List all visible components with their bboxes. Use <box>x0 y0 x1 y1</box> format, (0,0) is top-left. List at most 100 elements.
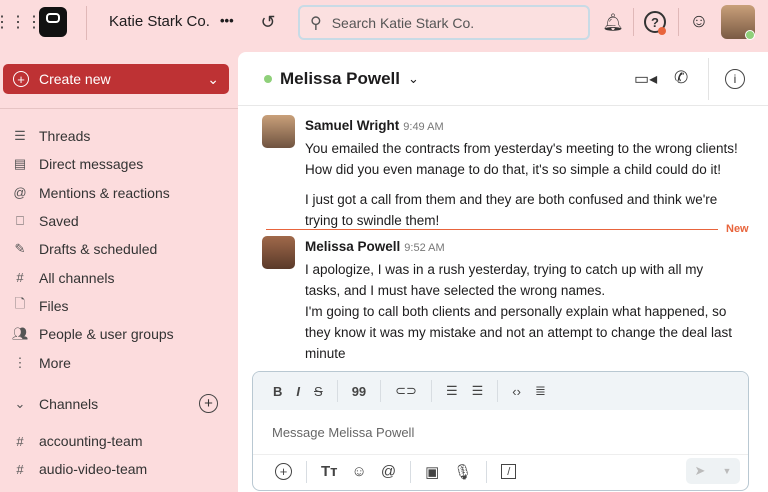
link-icon[interactable]: ⊂⊃ <box>395 383 417 399</box>
direct-messages-icon: ▤ <box>13 156 27 172</box>
message: Samuel Wright 9:49 AM You emailed the con… <box>262 115 742 231</box>
formatting-toolbar: BIS 99 ⊂⊃ ☰ ☰ ‹› ≣ <box>253 372 748 410</box>
mention-icon[interactable]: @ <box>381 463 396 480</box>
workspace-name[interactable]: Katie Stark Co. <box>109 13 210 30</box>
message-text: I'm going to call both clients and perso… <box>305 304 732 361</box>
sidebar-item-people[interactable]: 👥︎ People & user groups <box>0 320 238 348</box>
message-composer: BIS 99 ⊂⊃ ☰ ☰ ‹› ≣ Message Melissa Powell … <box>252 371 749 491</box>
composer-actions: + Tт ☺ @ ▣ 🎙︎ / ➤ ▼ <box>253 453 748 490</box>
video-call-icon[interactable]: ▭◂ <box>634 69 657 89</box>
sidebar-item-more[interactable]: ⋮ More <box>0 348 238 376</box>
divider <box>380 380 382 402</box>
top-bar: ⋮⋮⋮ Katie Stark Co. ••• ↺ ⚲ Search Katie … <box>0 0 768 46</box>
divider <box>0 108 238 109</box>
create-new-button[interactable]: + Create new ⌄ <box>3 64 229 94</box>
italic-icon[interactable]: I <box>296 384 300 399</box>
divider <box>430 380 432 402</box>
sidebar-item-files[interactable]: 🗋︎ Files <box>0 292 238 320</box>
label: accounting-team <box>39 433 143 450</box>
strikethrough-icon[interactable]: S <box>314 384 323 399</box>
microphone-icon[interactable]: 🎙︎ <box>453 463 472 481</box>
label: Drafts & scheduled <box>39 241 158 258</box>
online-status-dot <box>264 74 272 83</box>
files-icon: 🗋︎ <box>14 295 26 311</box>
new-messages-divider <box>266 229 718 230</box>
code-icon[interactable]: ‹› <box>512 384 521 399</box>
divider <box>708 58 709 100</box>
sidebar-item-direct-messages[interactable]: ▤ Direct messages <box>0 150 238 178</box>
bold-icon[interactable]: B <box>273 384 282 399</box>
label: Direct messages <box>39 156 144 173</box>
sidebar-item-all-channels[interactable]: # All channels <box>0 263 238 291</box>
label: Mentions & reactions <box>39 184 170 201</box>
people-icon: 👥︎ <box>12 326 29 342</box>
label: People & user groups <box>39 326 174 343</box>
bulleted-list-icon[interactable]: ☰ <box>472 383 484 399</box>
author[interactable]: Samuel Wright <box>305 118 399 133</box>
label: audio-video-team <box>39 461 148 478</box>
new-label: New <box>726 223 749 235</box>
info-icon[interactable]: i <box>725 69 745 89</box>
sidebar-nav: ☰ Threads ▤ Direct messages @ Mentions & re… <box>0 122 238 484</box>
message-text: I just got a call from them and they are… <box>305 192 718 228</box>
channels-icon: # <box>16 270 24 286</box>
send-button[interactable]: ➤ ▼ <box>686 458 740 484</box>
mentions-icon: @ <box>13 185 27 201</box>
message-text: I apologize, I was in a rush yesterday, … <box>305 262 704 298</box>
slash-command-icon[interactable]: / <box>501 464 517 479</box>
label: Saved <box>39 213 79 230</box>
phone-icon[interactable]: ✆ <box>674 68 688 88</box>
quote-icon[interactable]: 99 <box>352 384 366 399</box>
chevron-down-icon: ⌄ <box>207 70 219 87</box>
add-channel-icon[interactable]: + <box>199 394 218 414</box>
drafts-icon: ✎ <box>14 241 26 257</box>
sidebar-item-threads[interactable]: ☰ Threads <box>0 122 238 150</box>
emoji-status-icon[interactable]: ☺ <box>688 11 710 33</box>
create-new-label: Create new <box>39 71 111 87</box>
text-format-icon[interactable]: Tт <box>321 463 338 480</box>
divider <box>486 460 488 483</box>
divider <box>497 380 499 402</box>
channel-item[interactable]: # audio-video-team <box>0 455 238 483</box>
numbered-list-icon[interactable]: ☰ <box>446 383 458 399</box>
search-input[interactable]: ⚲ Search Katie Stark Co. <box>298 5 590 40</box>
search-icon: ⚲ <box>310 14 322 32</box>
label: More <box>39 354 71 371</box>
app-logo <box>39 7 67 37</box>
divider <box>633 8 634 36</box>
bell-icon[interactable]: 🔔︎ <box>602 12 624 34</box>
avatar <box>262 115 295 148</box>
chat-title[interactable]: Melissa Powell <box>280 69 400 89</box>
message: Melissa Powell 9:52 AM I apologize, I was… <box>262 236 742 364</box>
notification-dot <box>658 27 666 35</box>
message-placeholder: Message Melissa Powell <box>272 425 415 440</box>
divider <box>410 460 412 483</box>
history-icon[interactable]: ↺ <box>257 11 279 33</box>
emoji-icon[interactable]: ☺ <box>352 463 367 480</box>
channels-section-header[interactable]: ⌄ Channels + <box>0 390 238 418</box>
code-block-icon[interactable]: ≣ <box>535 383 546 399</box>
video-clip-icon[interactable]: ▣ <box>425 463 439 481</box>
bookmark-icon: ⎕ <box>16 213 24 229</box>
message-input[interactable]: Message Melissa Powell <box>253 410 748 455</box>
attach-plus-icon[interactable]: + <box>275 463 292 480</box>
label: All channels <box>39 269 115 286</box>
avatar <box>262 236 295 269</box>
message-text: You emailed the contracts from yesterday… <box>305 141 738 177</box>
chevron-down-icon: ⌄ <box>14 395 26 411</box>
label: Files <box>39 297 69 314</box>
author[interactable]: Melissa Powell <box>305 239 400 254</box>
sidebar-item-mentions[interactable]: @ Mentions & reactions <box>0 179 238 207</box>
label: Threads <box>39 128 91 145</box>
send-options-icon[interactable]: ▼ <box>723 466 732 476</box>
divider <box>306 460 307 483</box>
sidebar-item-drafts[interactable]: ✎ Drafts & scheduled <box>0 235 238 263</box>
chevron-down-icon[interactable]: ⌄ <box>408 71 419 87</box>
send-icon: ➤ <box>694 463 706 478</box>
search-placeholder: Search Katie Stark Co. <box>331 14 475 31</box>
apps-grid-icon[interactable]: ⋮⋮⋮ <box>0 12 42 32</box>
workspace-more-icon[interactable]: ••• <box>220 13 234 28</box>
channel-item[interactable]: # accounting-team <box>0 427 238 455</box>
chat-header: Melissa Powell ⌄ ▭◂ ✆ i <box>238 52 768 106</box>
sidebar-item-saved[interactable]: ⎕ Saved <box>0 207 238 235</box>
